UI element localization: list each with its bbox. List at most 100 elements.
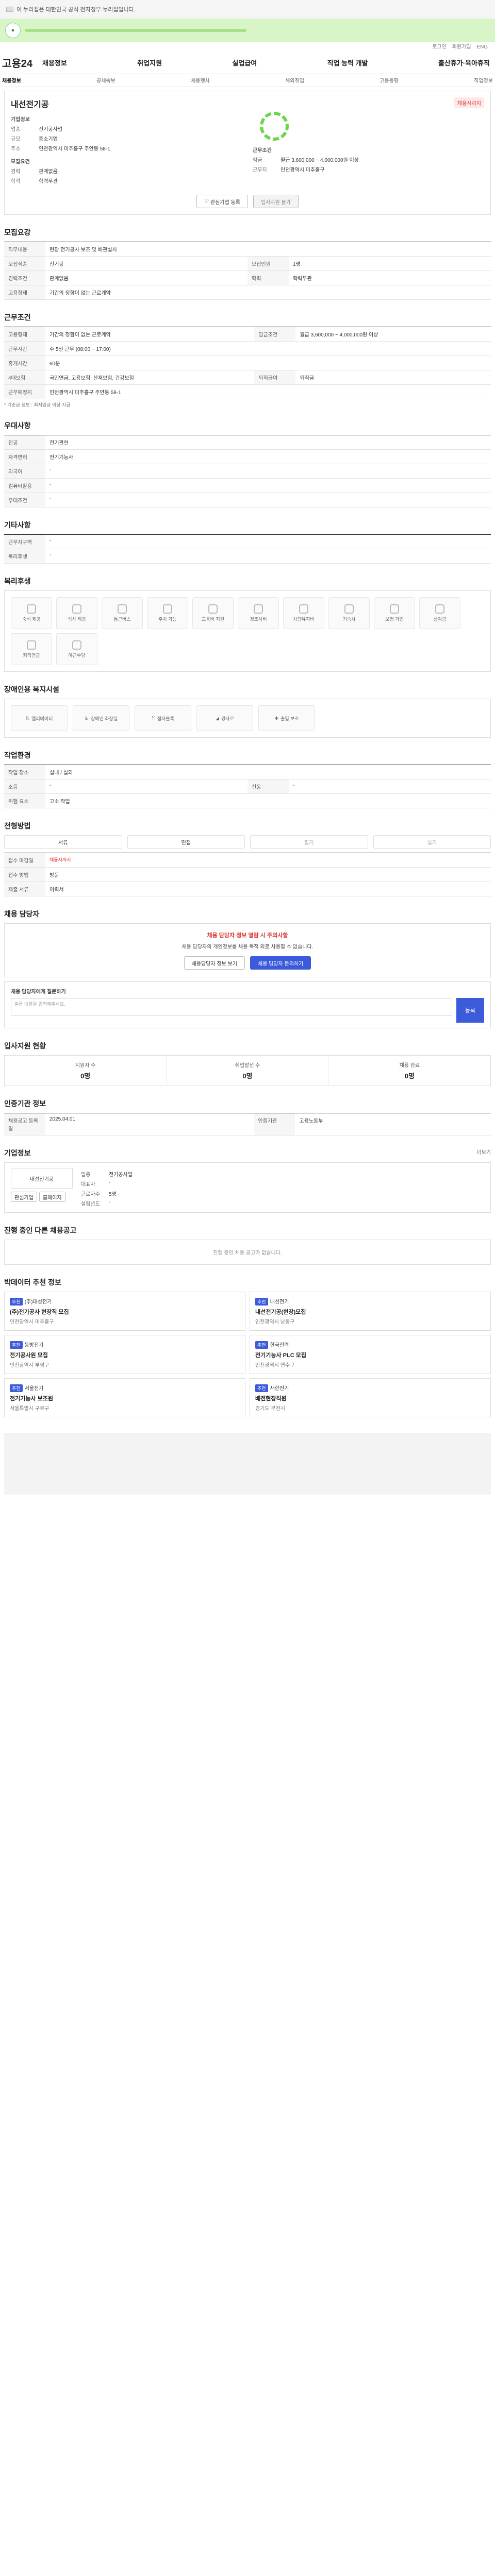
work-note: * 기준금 정보 : 최저임금 이상 지급 — [4, 402, 71, 408]
flag-icon — [6, 7, 13, 12]
kv-val: 5명 — [109, 1192, 117, 1197]
subnav-item-0[interactable]: 채용정보 — [2, 76, 21, 84]
gnb-item-jobs[interactable]: 채용정보 — [42, 58, 67, 67]
row-val: - — [45, 549, 491, 564]
table-row: 접수 방법 방문 — [4, 867, 491, 882]
view-contact-button[interactable]: 채용담당자 정보 보기 — [184, 956, 245, 970]
method-practical: 실기 — [373, 835, 491, 849]
stat-label: 취업알선 수 — [235, 1063, 260, 1069]
row-val: 기간의 정함이 없는 근로계약 — [45, 327, 255, 342]
rec-title: 전기기능사 보조원 — [10, 1396, 54, 1402]
company-info-more-link[interactable]: 더보기 — [476, 1148, 491, 1156]
row-val: 관계없음 — [45, 270, 248, 285]
table-row: 고용형태 기간의 정함이 없는 근로계약 — [4, 285, 491, 300]
inquiry-input[interactable]: 질문 내용을 입력해주세요. — [11, 998, 452, 1015]
recommend-grid: 추천 (주)대성전기 (주)전기공사 현장직 모집 인천광역시 미추홀구 추천 내선전기… — [4, 1292, 491, 1417]
welfare-item: 퇴직연금 — [11, 633, 52, 665]
welfare-label: 야근수당 — [68, 652, 86, 658]
table-row: 위험 요소 고소 작업 — [4, 793, 491, 808]
kv-key: 학력 — [11, 179, 21, 184]
row-key: 소음 — [4, 779, 45, 794]
recommend-card[interactable]: 추천 서울전기 전기기능사 보조원 서울특별시 구로구 — [4, 1378, 245, 1417]
row-val: - — [45, 493, 491, 507]
welfare-item: 보험 가입 — [374, 597, 415, 629]
welfare-icon — [27, 640, 36, 650]
interest-button[interactable]: ♡ 관심기업 등록 — [196, 195, 248, 208]
recommend-card[interactable]: 추천 (주)대성전기 (주)전기공사 현장직 모집 인천광역시 미추홀구 — [4, 1292, 245, 1331]
row-key: 직무내용 — [4, 242, 45, 257]
company-name: 내선전기공 — [11, 100, 49, 109]
welfare-icon — [118, 604, 127, 614]
company-info-title: 기업정보 — [11, 117, 30, 123]
welfare-label: 숙식 제공 — [22, 616, 41, 622]
company-summary-card: 내선전기공 채용시까지 기업정보 업종 전기공사업 규모 중소기업 주소 인천광역시 … — [4, 91, 491, 215]
gnb-item-leave[interactable]: 출산휴가·육아휴직 — [438, 58, 490, 67]
selection-title: 전형방법 — [4, 822, 31, 830]
welfare-icon — [208, 604, 218, 614]
inquiry-button[interactable]: 채용 담당자 문의하기 — [250, 956, 311, 970]
welfare-item: 숙식 제공 — [11, 597, 52, 629]
row-val: 국민연금, 고용보험, 산재보험, 건강보험 — [45, 370, 255, 385]
gnb-item-benefit[interactable]: 실업급여 — [232, 58, 257, 67]
rec-company: 동방전기 — [24, 1343, 44, 1348]
table-row: 우대조건 - — [4, 493, 491, 507]
inquiry-title: 채용 담당자에게 질문하기 — [11, 989, 66, 995]
recommend-card[interactable]: 추천 한국전력 전기기능사 PLC 모집 인천광역시 연수구 — [250, 1335, 491, 1374]
etc-title: 기타사항 — [4, 521, 31, 529]
stat-item: 채용 완료 0명 — [329, 1056, 490, 1086]
kv-val: 인천광역시 미추홀구 — [280, 167, 325, 173]
welfare-item: 경조사비 — [238, 597, 279, 629]
subnav-item-5[interactable]: 직업정보 — [474, 76, 493, 84]
util-join[interactable]: 회원가입 — [452, 44, 471, 50]
subnav-item-3[interactable]: 해외취업 — [285, 76, 304, 84]
util-lang[interactable]: ENG — [476, 44, 488, 50]
banner-logo-icon: ● — [5, 23, 21, 38]
recommend-card[interactable]: 추천 내선전기 내선전기공(현장)모집 인천광역시 남동구 — [250, 1292, 491, 1331]
gnb-item-training[interactable]: 직업 능력 개발 — [327, 58, 368, 67]
table-row: 채용공고 등록일 2025.04.01 인증기관 고용노동부 — [4, 1113, 491, 1136]
gnb-item-support[interactable]: 취업지원 — [137, 58, 162, 67]
subnav-item-1[interactable]: 공채속보 — [96, 76, 116, 84]
welfare-label: 상여금 — [433, 616, 447, 622]
row-key: 외국어 — [4, 464, 45, 479]
top-banner[interactable]: ● — [0, 19, 495, 42]
apply-button[interactable]: 입사지원 불가 — [253, 195, 299, 208]
inquiry-submit-button[interactable]: 등록 — [456, 998, 484, 1023]
company-logo-icon — [260, 112, 289, 141]
welfare-icon — [254, 604, 263, 614]
table-row: 직무내용 현장 전기공사 보조 및 배관설치 — [4, 242, 491, 257]
subnav-item-2[interactable]: 채용행사 — [191, 76, 210, 84]
welfare-grid: 숙식 제공 식사 제공 통근버스 주차 가능 교육비 지원 경조사비 차량유지비… — [4, 590, 491, 672]
table-row: 전공 전기관련 — [4, 435, 491, 450]
company-info-name: 내선전기공 — [11, 1168, 73, 1189]
table-row: 근무예정지 인천광역시 미추홀구 주안동 58-1 — [4, 384, 491, 399]
company-info-section-title: 기업정보 더보기 — [4, 1148, 491, 1158]
row-key: 자격면허 — [4, 449, 45, 464]
gnb: 채용정보 취업지원 실업급여 직업 능력 개발 출산휴가·육아휴직 — [42, 58, 493, 67]
util-login[interactable]: 로그인 — [432, 44, 447, 50]
rec-sub: 인천광역시 미추홀구 — [10, 1319, 54, 1325]
site-logo[interactable]: 고용24 — [2, 55, 42, 70]
company-homepage-button[interactable]: 홈페이지 — [39, 1192, 65, 1202]
other-jobs-empty: 진행 중인 채용 공고가 없습니다. — [4, 1240, 491, 1265]
rec-company: 서울전기 — [24, 1386, 44, 1392]
kv-key: 규모 — [11, 137, 21, 142]
row-key: 고용형태 — [4, 285, 45, 300]
recommend-card[interactable]: 추천 동방전기 전기공사원 모집 인천광역시 부평구 — [4, 1335, 245, 1374]
subnav-item-4[interactable]: 고용동향 — [380, 76, 399, 84]
req-title: 모집요건 — [11, 159, 30, 165]
welfare-label: 통근버스 — [113, 616, 131, 622]
stat-item: 취업알선 수 0명 — [167, 1056, 329, 1086]
welfare-label: 식사 제공 — [68, 616, 86, 622]
disability-grid: ⇅ 엘리베이터 ♿ 장애인 화장실 ⠿ 점자블록 ◢ 경사로 ✚ 출입 보조 — [4, 699, 491, 738]
row-key: 복리후생 — [4, 549, 45, 564]
recommend-card[interactable]: 추천 새한전기 배전현장직원 경기도 부천시 — [250, 1378, 491, 1417]
prefer-table: 전공 전기관련 자격면허 전기기능사 외국어 - 컴퓨터활용 - 우대조건 - — [4, 435, 491, 507]
row-key: 퇴직급여 — [254, 370, 296, 385]
stat-value: 0명 — [404, 1072, 415, 1080]
rec-badge: 추천 — [255, 1341, 268, 1349]
welfare-item: 교육비 지원 — [192, 597, 234, 629]
company-info-box: 내선전기공 관심기업 홈페이지 업종 전기공사업 대표자 - 근로자수 5명 설립년도… — [4, 1162, 491, 1213]
row-val: 실내 / 실외 — [45, 765, 491, 779]
company-interest-button[interactable]: 관심기업 — [11, 1192, 37, 1202]
